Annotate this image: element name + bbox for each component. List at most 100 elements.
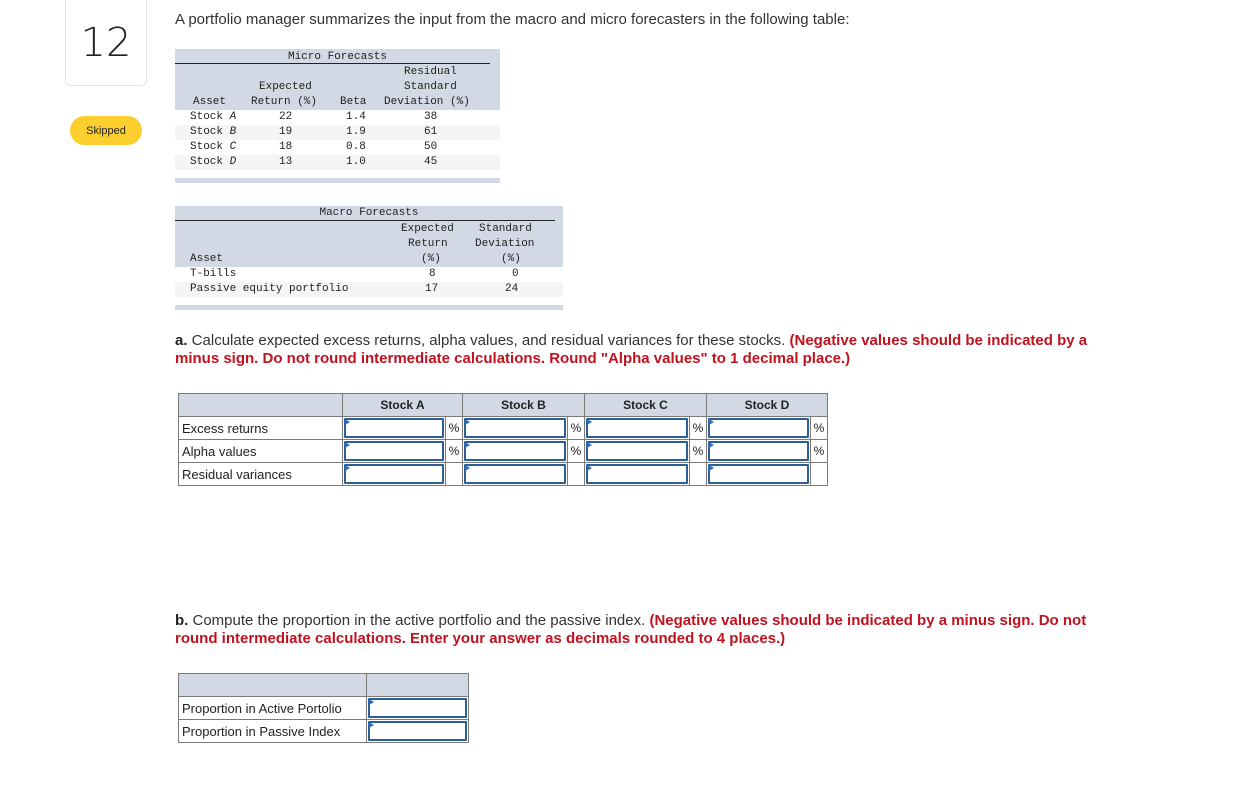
column-header-stock-b: Stock B bbox=[462, 393, 585, 417]
macro-title: Macro Forecasts bbox=[319, 207, 419, 219]
percent-unit: % bbox=[445, 416, 463, 440]
percent-unit: % bbox=[566, 439, 586, 463]
table-row-active-proportion: Proportion in Active Portolio bbox=[178, 696, 469, 720]
asset-cell: Stock A bbox=[190, 111, 237, 123]
flag-icon bbox=[465, 465, 470, 471]
header-sd-l1: Standard bbox=[479, 223, 532, 235]
unit-cell bbox=[688, 462, 708, 486]
header-asset: Asset bbox=[193, 96, 227, 108]
question-number: 12 bbox=[80, 19, 132, 66]
sd-cell: 24 bbox=[505, 283, 519, 295]
table-row-residual-variances: Residual variances bbox=[178, 462, 829, 486]
residual-variance-stock-b-input[interactable] bbox=[464, 464, 566, 484]
header-er-l2: Return (%) bbox=[251, 96, 318, 108]
macro-row: T-bills 8 0 bbox=[175, 267, 563, 282]
percent-unit: % bbox=[809, 416, 829, 440]
unit-cell bbox=[566, 462, 586, 486]
header-er-l2: Return bbox=[408, 238, 448, 250]
column-header-stock-d: Stock D bbox=[706, 393, 828, 417]
flag-icon bbox=[345, 442, 350, 448]
part-b-label: b. bbox=[175, 612, 189, 629]
macro-row: Passive equity portfolio 17 24 bbox=[175, 282, 563, 297]
beta-cell: 1.4 bbox=[346, 111, 366, 123]
column-header-stock-a: Stock A bbox=[342, 393, 463, 417]
excess-return-stock-d-input[interactable] bbox=[708, 418, 809, 438]
part-a-question: a. Calculate expected excess returns, al… bbox=[175, 332, 1115, 368]
flag-icon bbox=[345, 419, 350, 425]
value-header-cell bbox=[366, 673, 469, 697]
part-a-text: Calculate expected excess returns, alpha… bbox=[187, 332, 790, 349]
asset-cell: Stock C bbox=[190, 141, 237, 153]
header-er-l1: Expected bbox=[259, 81, 312, 93]
beta-cell: 1.9 bbox=[346, 126, 366, 138]
row-label: Excess returns bbox=[178, 416, 343, 440]
row-label: Proportion in Active Portolio bbox=[178, 696, 367, 720]
flag-icon bbox=[709, 419, 714, 425]
expected-return-cell: 18 bbox=[279, 141, 293, 153]
alpha-stock-a-input[interactable] bbox=[344, 441, 444, 461]
residual-sd-cell: 50 bbox=[424, 141, 438, 153]
residual-sd-cell: 45 bbox=[424, 156, 438, 168]
row-label: Proportion in Passive Index bbox=[178, 719, 367, 743]
unit-cell bbox=[445, 462, 463, 486]
asset-cell: Stock B bbox=[190, 126, 237, 138]
header-resid-l2: Standard bbox=[404, 81, 457, 93]
row-label: Alpha values bbox=[178, 439, 343, 463]
micro-row: Stock B 19 1.9 61 bbox=[175, 125, 500, 140]
alpha-stock-d-input[interactable] bbox=[708, 441, 809, 461]
percent-unit: % bbox=[445, 439, 463, 463]
part-b-text: Compute the proportion in the active por… bbox=[188, 612, 650, 629]
excess-return-stock-c-input[interactable] bbox=[586, 418, 688, 438]
table-row-excess-returns: Excess returns % % % % bbox=[178, 416, 829, 440]
expected-return-cell: 13 bbox=[279, 156, 293, 168]
header-sd-l3: (%) bbox=[501, 253, 521, 265]
micro-row: Stock C 18 0.8 50 bbox=[175, 140, 500, 155]
divider bbox=[175, 63, 490, 64]
flag-icon bbox=[345, 465, 350, 471]
percent-unit: % bbox=[809, 439, 829, 463]
passive-index-proportion-input[interactable] bbox=[368, 721, 467, 741]
beta-cell: 1.0 bbox=[346, 156, 366, 168]
divider bbox=[175, 220, 555, 221]
corner-cell bbox=[178, 673, 367, 697]
question-number-card: 12 bbox=[65, 0, 147, 86]
header-row bbox=[178, 673, 469, 697]
sd-cell: 0 bbox=[512, 268, 519, 280]
asset-cell: Stock D bbox=[190, 156, 237, 168]
part-b-answer-table: Proportion in Active Portolio Proportion… bbox=[178, 673, 469, 743]
header-sd-l2: Deviation bbox=[475, 238, 535, 250]
intro-text: A portfolio manager summarizes the input… bbox=[175, 11, 850, 28]
residual-sd-cell: 38 bbox=[424, 111, 438, 123]
asset-cell: Passive equity portfolio bbox=[190, 283, 349, 295]
corner-cell bbox=[178, 393, 343, 417]
percent-unit: % bbox=[688, 439, 708, 463]
header-row: Stock A Stock B Stock C Stock D bbox=[178, 393, 828, 417]
micro-forecasts-table: Micro Forecasts Residual Expected Standa… bbox=[175, 49, 500, 183]
header-er-l3: (%) bbox=[421, 253, 441, 265]
flag-icon bbox=[369, 722, 374, 728]
residual-variance-stock-a-input[interactable] bbox=[344, 464, 444, 484]
excess-return-stock-a-input[interactable] bbox=[344, 418, 444, 438]
header-er-l1: Expected bbox=[401, 223, 454, 235]
residual-variance-stock-d-input[interactable] bbox=[708, 464, 809, 484]
expected-return-cell: 8 bbox=[429, 268, 436, 280]
beta-cell: 0.8 bbox=[346, 141, 366, 153]
expected-return-cell: 19 bbox=[279, 126, 293, 138]
percent-unit: % bbox=[566, 416, 586, 440]
micro-title: Micro Forecasts bbox=[287, 51, 388, 63]
table-bottom-bar bbox=[175, 305, 563, 310]
status-badge: Skipped bbox=[70, 116, 142, 145]
row-label: Residual variances bbox=[178, 462, 343, 486]
residual-variance-stock-c-input[interactable] bbox=[586, 464, 688, 484]
header-beta: Beta bbox=[340, 96, 367, 108]
excess-return-stock-b-input[interactable] bbox=[464, 418, 566, 438]
flag-icon bbox=[587, 442, 592, 448]
table-bottom-bar bbox=[175, 178, 500, 183]
asset-cell: T-bills bbox=[190, 268, 237, 280]
active-portfolio-proportion-input[interactable] bbox=[368, 698, 467, 718]
alpha-stock-c-input[interactable] bbox=[586, 441, 688, 461]
table-row-passive-proportion: Proportion in Passive Index bbox=[178, 719, 469, 743]
part-b-question: b. Compute the proportion in the active … bbox=[175, 612, 1115, 648]
alpha-stock-b-input[interactable] bbox=[464, 441, 566, 461]
flag-icon bbox=[587, 465, 592, 471]
